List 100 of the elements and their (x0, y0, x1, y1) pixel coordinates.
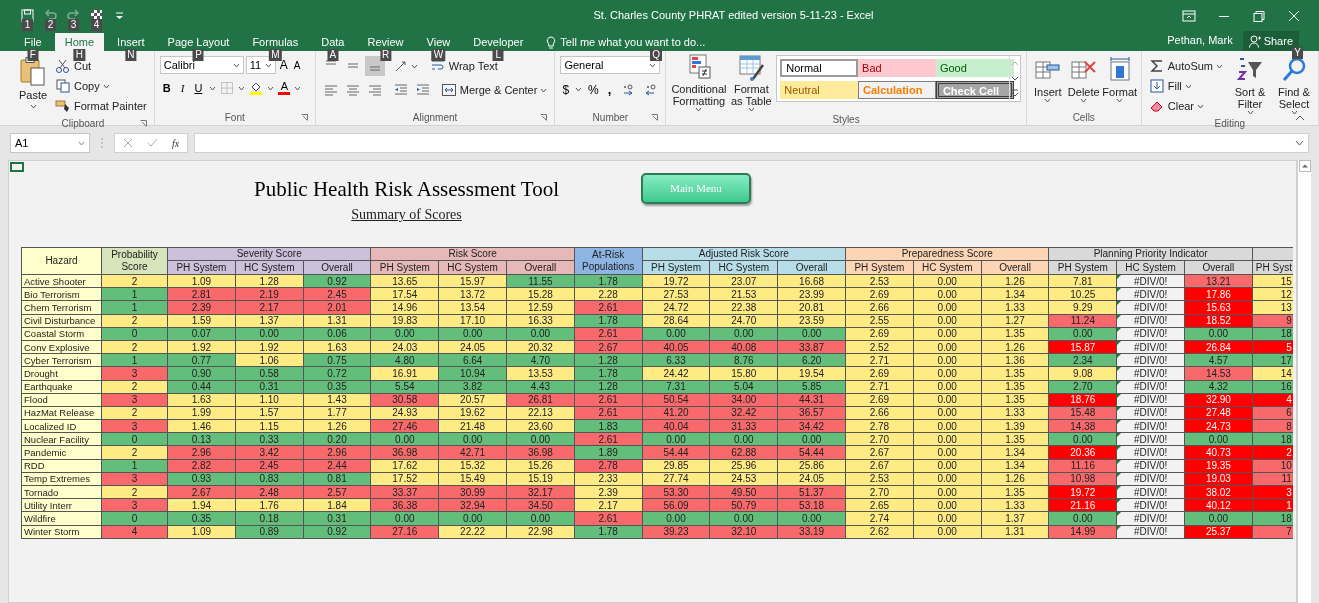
format-painter-button[interactable]: Format Painter (53, 96, 149, 116)
copy-icon (55, 78, 71, 94)
lightbulb-icon (546, 35, 557, 49)
group-label: Clipboard (61, 117, 105, 131)
italic-button[interactable]: I (177, 80, 188, 97)
insert-function-button[interactable]: fx (172, 135, 180, 151)
caret-icon (294, 85, 302, 91)
percent-button[interactable]: % (586, 80, 601, 99)
caret-icon (264, 62, 272, 68)
search-icon (1280, 56, 1308, 84)
window-title: St. Charles County PHRAT edited version 5-11-23 - Excel (592, 8, 875, 24)
cancel-icon[interactable] (123, 138, 133, 148)
align-left-icon[interactable] (322, 82, 339, 98)
autosum-button[interactable]: AutoSum (1146, 56, 1225, 76)
sort-filter-button[interactable]: Sort & Filter (1231, 56, 1269, 116)
decrease-indent-icon[interactable] (392, 82, 409, 98)
caret-icon (1184, 83, 1192, 89)
increase-indent-icon[interactable] (414, 82, 431, 98)
name-box[interactable]: A1 (10, 133, 90, 153)
ribbon-tab[interactable]: Page Layout (157, 33, 240, 51)
caret-icon (238, 85, 246, 91)
enter-icon[interactable] (147, 138, 158, 148)
cells-insert-button[interactable]: Insert (1031, 56, 1064, 110)
dialog-launcher-icon[interactable] (540, 114, 548, 121)
cell-style-option[interactable]: Normal (780, 59, 859, 77)
keytip-badge: Q (650, 49, 663, 61)
group-label: Cells (1072, 111, 1095, 125)
shrink-font-button[interactable]: A (291, 57, 303, 73)
font-color-button[interactable]: A (278, 81, 291, 96)
keytip-badge: Y (1292, 47, 1303, 59)
currency-button[interactable]: $ (560, 80, 572, 99)
caret-icon (1080, 98, 1088, 103)
ribbon-tab[interactable]: View (416, 33, 461, 51)
column-group-header: Probability Score (101, 247, 168, 275)
sheet-subtitle: Summary of Scores (351, 206, 462, 224)
ribbon-display-icon[interactable] (1182, 9, 1196, 22)
collapse-ribbon-icon[interactable] (1295, 114, 1305, 121)
caret-icon (78, 140, 85, 146)
ribbon-tab[interactable]: Developer (463, 33, 534, 51)
column-group-header: At-Risk Populations (574, 247, 643, 275)
ribbon-tab[interactable]: Data (311, 33, 355, 51)
close-icon[interactable] (1287, 9, 1301, 22)
column-group-header: Hazard (21, 247, 102, 275)
cell-style-option[interactable]: Good (935, 59, 1014, 77)
align-center-icon[interactable] (344, 82, 361, 98)
ribbon-tab[interactable]: Home (54, 33, 105, 51)
copy-button[interactable]: Copy (53, 76, 149, 96)
dialog-launcher-icon[interactable] (300, 114, 308, 121)
restore-icon[interactable] (1252, 9, 1266, 22)
expand-icon (1295, 140, 1304, 146)
fill-color-icon[interactable] (249, 81, 264, 96)
tell-me-field[interactable]: Tell me what you want to do... (560, 33, 706, 51)
paintbrush-icon (55, 98, 71, 114)
scissors-icon (55, 58, 71, 74)
align-right-icon[interactable] (366, 82, 383, 98)
column-group-header: Preparedness Score (845, 247, 1049, 261)
ribbon-tab[interactable]: File (14, 33, 52, 51)
caret-icon (649, 62, 657, 68)
formula-input[interactable] (194, 133, 1309, 153)
caret-icon (1246, 110, 1254, 115)
caret-icon (1116, 98, 1124, 103)
cell-selection-marker (10, 162, 24, 172)
ribbon-tab[interactable]: Formulas (242, 33, 309, 51)
cells-delete-button[interactable]: Delete (1067, 56, 1100, 110)
caret-icon (232, 62, 240, 68)
column-group-header: Planning Priority Indicator (1048, 247, 1253, 261)
find-select-button[interactable]: Find & Select (1275, 56, 1313, 116)
drag-handle-icon (100, 136, 104, 150)
bold-button[interactable]: B (159, 80, 174, 97)
underline-button[interactable]: U (191, 80, 206, 97)
group-label: Font (224, 111, 245, 125)
cell-style-option[interactable]: Neutral (780, 81, 859, 99)
clear-button[interactable]: Clear (1146, 96, 1225, 116)
caret-icon (1044, 98, 1052, 103)
fill-button[interactable]: Fill (1146, 76, 1225, 96)
cells-format-button[interactable]: Format (1103, 56, 1136, 110)
cell-style-option[interactable]: Bad (858, 59, 937, 77)
column-group-header: Risk Score (370, 247, 575, 261)
keytip-badge: N (125, 49, 137, 61)
ribbon-tab[interactable]: Insert (107, 33, 155, 51)
person-add-icon (1248, 34, 1261, 48)
font-name-field[interactable]: Calibri (159, 56, 244, 74)
ribbon-tab[interactable]: Review (357, 33, 414, 51)
caret-icon (209, 85, 217, 91)
merge-center-button[interactable]: Merge & Center (438, 80, 550, 100)
keytip-badge: W (431, 49, 446, 61)
keytip-badge: 3 (68, 19, 79, 31)
keytip-badge: P (193, 49, 204, 61)
vertical-scrollbar[interactable] (1297, 160, 1311, 603)
format-as-table-button[interactable]: Format as Table (730, 53, 773, 112)
comma-button[interactable]: , (604, 80, 615, 100)
caret-icon (1216, 63, 1223, 69)
caret-icon (410, 63, 418, 69)
conditional-formatting-button[interactable]: Conditional Formatting (671, 53, 727, 112)
user-name: Pethan, Mark (1167, 32, 1233, 48)
dialog-launcher-icon[interactable] (651, 114, 659, 121)
caret-icon (267, 85, 275, 91)
scroll-up-icon[interactable] (1298, 160, 1311, 172)
keytip-badge: H (73, 49, 85, 61)
group-label: Editing (1214, 117, 1246, 131)
